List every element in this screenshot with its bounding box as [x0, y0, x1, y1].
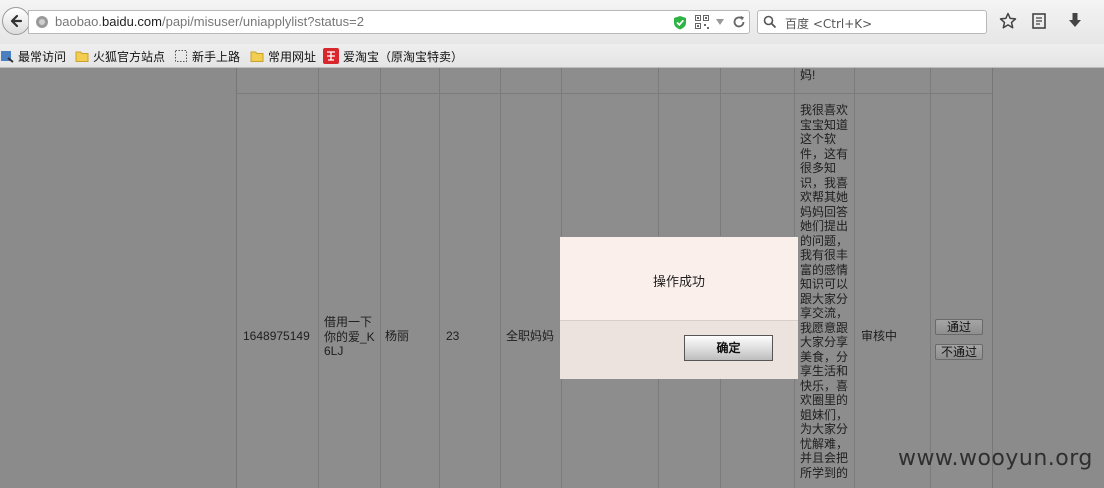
- bookmark-firefox-official[interactable]: 火狐官方站点: [75, 47, 165, 65]
- cell-nickname: 借用一下你的爱_K6LJ: [324, 315, 375, 358]
- dotted-page-icon: [175, 50, 187, 62]
- taobao-icon: [323, 48, 339, 64]
- cell-age: 23: [446, 329, 460, 343]
- back-button[interactable]: [2, 7, 30, 35]
- confirm-button[interactable]: 确定: [684, 335, 773, 361]
- cell-intro: 我很喜欢宝宝知道这个软件，这有很多知识，我喜欢帮其她妈妈回答她们提出的问题，我有…: [800, 103, 849, 480]
- bookmarks-toolbar: 最常访问 火狐官方站点 新手上路 常用网址 爱淘宝（原淘宝特卖）: [0, 44, 1104, 68]
- bookmark-common-sites[interactable]: 常用网址: [250, 47, 316, 65]
- reading-list-icon[interactable]: [1031, 12, 1047, 30]
- success-dialog: 操作成功 确定: [559, 236, 799, 379]
- cell-user-id: 1648975149: [243, 329, 310, 343]
- prev-row-intro-fragment: 妈!: [800, 68, 816, 82]
- globe-icon: [36, 16, 48, 28]
- page-overlay: 妈! 1648975149 借用一下你的爱_K6LJ 杨丽 23 全职妈妈 我很…: [0, 68, 1104, 488]
- shield-check-icon[interactable]: [673, 15, 687, 30]
- bookmark-most-visited[interactable]: 最常访问: [0, 47, 66, 65]
- folder-icon: [75, 51, 89, 62]
- url-text[interactable]: baobao.baidu.com/papi/misuser/uniapplyli…: [55, 14, 364, 29]
- back-arrow-icon: [10, 14, 23, 28]
- browser-toolbar: baobao.baidu.com/papi/misuser/uniapplyli…: [0, 0, 1104, 44]
- folder-icon: [250, 51, 264, 62]
- search-placeholder: 百度 <Ctrl+K>: [785, 17, 873, 31]
- watermark: www.wooyun.org: [898, 446, 1093, 471]
- url-bar[interactable]: baobao.baidu.com/papi/misuser/uniapplyli…: [28, 10, 750, 34]
- star-bookmark-icon[interactable]: [999, 12, 1017, 30]
- cell-real-name: 杨丽: [385, 329, 410, 343]
- qr-code-icon[interactable]: [695, 15, 709, 29]
- bookmark-ai-taobao[interactable]: 爱淘宝（原淘宝特卖）: [323, 47, 463, 65]
- approve-button[interactable]: 通过: [935, 319, 983, 335]
- search-bar[interactable]: 百度 <Ctrl+K>: [757, 10, 987, 34]
- bookmark-getting-started[interactable]: 新手上路: [174, 47, 240, 65]
- dropdown-triangle-icon[interactable]: [715, 18, 725, 26]
- cell-status: 审核中: [861, 329, 898, 343]
- reject-button[interactable]: 不通过: [935, 344, 983, 360]
- dialog-footer: 确定: [560, 320, 798, 379]
- reload-icon[interactable]: [732, 15, 746, 29]
- most-visited-icon: [1, 51, 14, 63]
- dialog-message: 操作成功: [652, 275, 705, 290]
- download-icon[interactable]: [1067, 12, 1083, 30]
- search-icon: [763, 15, 777, 29]
- cell-identity: 全职妈妈: [506, 329, 555, 343]
